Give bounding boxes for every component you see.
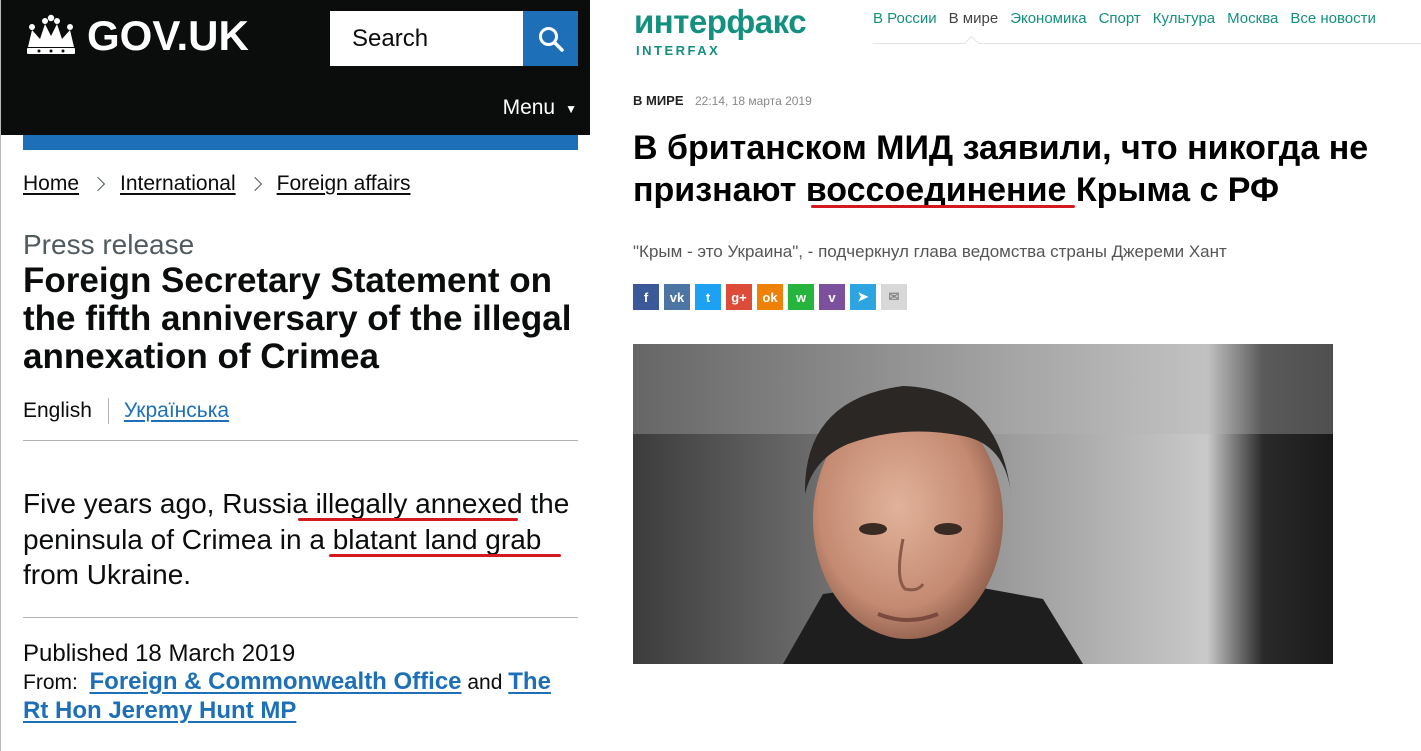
nav-item-world[interactable]: В мире: [949, 10, 999, 27]
article-lead: "Крым - это Украина", - подчеркнул глава…: [633, 242, 1227, 261]
share-buttons: f vk t g+ ok w v ➤ ✉: [633, 284, 912, 310]
crown-icon: [27, 14, 75, 54]
language-divider: [107, 398, 109, 424]
nav-item-russia[interactable]: В России: [873, 10, 937, 27]
divider: [23, 440, 578, 441]
from-line: From: Foreign & Commonwealth Office and …: [23, 668, 578, 726]
header-accent-bar: [23, 135, 578, 150]
red-underline-annotation: [811, 205, 1075, 208]
published-date: Published 18 March 2019: [23, 640, 296, 667]
article-photo: [633, 344, 1333, 664]
telegram-icon[interactable]: ➤: [850, 284, 876, 310]
interfax-logo-text: интерфакс: [634, 3, 807, 40]
lede-paragraph: Five years ago, Russia illegally annexed…: [23, 486, 583, 593]
interfax-logo-subtext: INTERFAX: [636, 43, 721, 58]
interfax-page: интерфакс INTERFAX В России В мире Эконо…: [590, 0, 1421, 751]
language-ukrainian-link[interactable]: Українська: [124, 399, 229, 423]
govuk-header: GOV.UK Menu ▼: [1, 0, 590, 135]
nav-item-moscow[interactable]: Москва: [1227, 10, 1278, 27]
article-title: В британском МИД заявили, что никогда не…: [633, 127, 1413, 211]
breadcrumb-home[interactable]: Home: [23, 172, 79, 196]
divider: [23, 617, 578, 618]
lede-highlight-blatant-land-grab: blatant land grab: [332, 523, 542, 555]
nav-item-economy[interactable]: Экономика: [1010, 10, 1086, 27]
viber-icon[interactable]: v: [819, 284, 845, 310]
org-link-fco[interactable]: Foreign & Commonwealth Office: [90, 668, 462, 695]
article-rubric[interactable]: В МИРЕ: [633, 93, 684, 108]
nav-item-all-news[interactable]: Все новости: [1290, 10, 1376, 27]
facebook-icon[interactable]: f: [633, 284, 659, 310]
article-title-text: Крыма с РФ: [1066, 171, 1280, 209]
breadcrumb: Home International Foreign affairs: [23, 172, 410, 196]
search-input[interactable]: [330, 11, 523, 66]
language-current: English: [23, 399, 92, 422]
portrait-photo-illustration: [633, 344, 1333, 664]
article-title-highlight: воссоединение: [805, 171, 1067, 209]
govuk-logo-link[interactable]: GOV.UK: [23, 12, 249, 60]
nav-active-pointer: [963, 35, 980, 52]
google-plus-icon[interactable]: g+: [726, 284, 752, 310]
breadcrumb-international[interactable]: International: [120, 172, 236, 196]
language-switcher: English Українська: [23, 398, 229, 424]
chevron-right-icon: [247, 176, 262, 192]
red-underline-annotation: [298, 518, 518, 521]
govuk-page: GOV.UK Menu ▼ Home International Foreign…: [0, 0, 590, 751]
search-icon: [538, 26, 564, 52]
document-type: Press release: [23, 229, 195, 260]
email-icon[interactable]: ✉: [881, 284, 907, 310]
from-and: and: [467, 671, 503, 694]
menu-button[interactable]: Menu ▼: [503, 96, 577, 120]
red-underline-annotation: [329, 554, 561, 557]
section-nav: В России В мире Экономика Спорт Культура…: [873, 10, 1388, 27]
search-button[interactable]: [523, 11, 578, 66]
whatsapp-icon[interactable]: w: [788, 284, 814, 310]
page-title: Foreign Secretary Statement on the fifth…: [23, 261, 572, 376]
chevron-right-icon: [90, 176, 106, 192]
caret-down-icon: ▼: [565, 102, 577, 116]
nav-item-sport[interactable]: Спорт: [1099, 10, 1141, 27]
lede-text: Five years ago, Russia: [23, 488, 316, 519]
from-label: From:: [23, 671, 78, 694]
govuk-logo-text: GOV.UK: [87, 12, 249, 59]
menu-label: Menu: [502, 96, 556, 119]
article-date: 22:14, 18 марта 2019: [695, 94, 812, 108]
lede-text: from Ukraine.: [23, 559, 192, 590]
breadcrumb-foreign-affairs[interactable]: Foreign affairs: [277, 172, 411, 196]
twitter-icon[interactable]: t: [695, 284, 721, 310]
odnoklassniki-icon[interactable]: ok: [757, 284, 783, 310]
interfax-logo[interactable]: интерфакс INTERFAX: [634, 3, 824, 59]
nav-divider: [873, 43, 1421, 44]
vk-icon[interactable]: vk: [664, 284, 690, 310]
lede-highlight-illegally-annexed: illegally annexed: [315, 488, 523, 519]
nav-item-culture[interactable]: Культура: [1153, 10, 1215, 27]
